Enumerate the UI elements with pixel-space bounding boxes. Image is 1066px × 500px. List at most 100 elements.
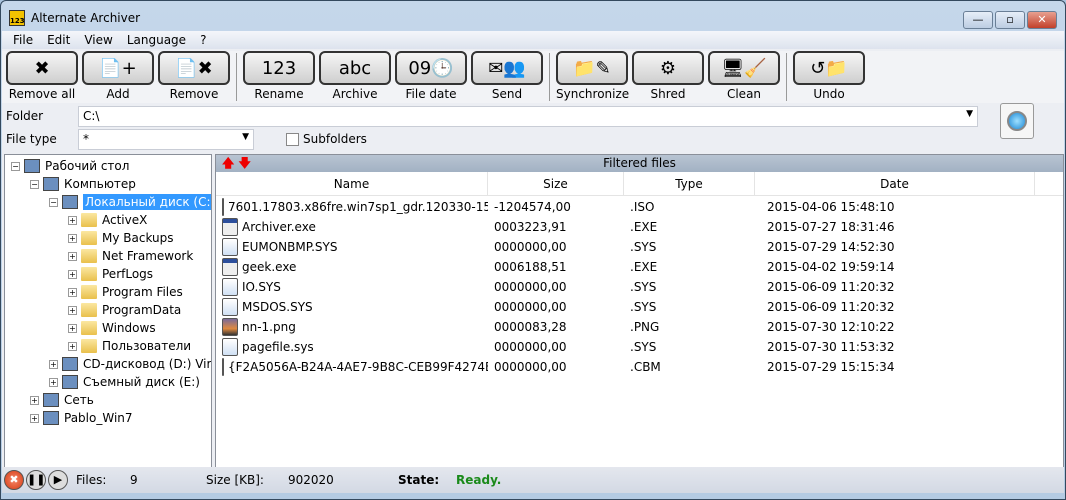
- tree-item-label: Съемный диск (E:): [83, 375, 200, 389]
- maximize-button[interactable]: ▫: [995, 11, 1025, 29]
- toolbar-separator: [236, 53, 237, 101]
- file-row[interactable]: MSDOS.SYS 0000000,00 .SYS 2015-06-09 11:…: [216, 298, 1063, 316]
- col-type[interactable]: Type: [624, 172, 755, 195]
- expand-icon[interactable]: +: [30, 413, 39, 423]
- expand-icon[interactable]: +: [68, 287, 77, 297]
- synchronize-icon: 📁✎: [556, 51, 628, 85]
- checkbox-box[interactable]: [286, 132, 299, 146]
- remove-all-button[interactable]: ✖ Remove all: [6, 51, 78, 101]
- col-date[interactable]: Date: [755, 172, 1035, 195]
- collapse-icon[interactable]: −: [30, 179, 39, 189]
- menu-help[interactable]: ?: [193, 31, 213, 49]
- tree-item[interactable]: + My Backups: [68, 229, 174, 247]
- file-name: IO.SYS: [242, 280, 281, 294]
- file-row[interactable]: Archiver.exe 0003223,91 .EXE 2015-07-27 …: [216, 218, 1063, 236]
- tree-item[interactable]: + Net Framework: [68, 247, 193, 265]
- file-date: 2015-07-27 18:31:46: [767, 220, 895, 234]
- menu-view[interactable]: View: [77, 31, 119, 49]
- drive-icon: [24, 159, 40, 173]
- remove-button[interactable]: 📄✖ Remove: [158, 51, 230, 101]
- menu-file[interactable]: File: [6, 31, 40, 49]
- expand-icon[interactable]: +: [68, 251, 77, 261]
- file-row[interactable]: geek.exe 0006188,51 .EXE 2015-04-02 19:5…: [216, 258, 1063, 276]
- collapse-icon[interactable]: −: [11, 161, 20, 171]
- rename-button[interactable]: 123 Rename: [243, 51, 315, 101]
- stop-button[interactable]: ✖: [4, 470, 24, 490]
- expand-icon[interactable]: +: [68, 269, 77, 279]
- expand-icon[interactable]: +: [30, 395, 39, 405]
- expand-icon[interactable]: +: [68, 323, 77, 333]
- expand-icon[interactable]: +: [49, 377, 58, 387]
- tree-item[interactable]: − Компьютер: [30, 175, 136, 193]
- file-size: 0006188,51: [494, 260, 567, 274]
- menu-edit[interactable]: Edit: [40, 31, 77, 49]
- rename-icon: 123: [243, 51, 315, 85]
- close-button[interactable]: ✕: [1027, 11, 1057, 29]
- shred-label: Shred: [650, 87, 686, 101]
- files-count: 9: [130, 473, 138, 487]
- search-button[interactable]: [1000, 103, 1034, 139]
- tree-item[interactable]: + Съемный диск (E:): [49, 373, 200, 391]
- synchronize-button[interactable]: 📁✎ Synchronize: [556, 51, 629, 101]
- file-type: .SYS: [630, 280, 657, 294]
- expand-icon[interactable]: +: [68, 233, 77, 243]
- file-list-panel: 🡅 🡇 Filtered files Name Size Type Date 76…: [215, 154, 1064, 468]
- undo-button[interactable]: ↺📁 Undo: [793, 51, 865, 101]
- file-row[interactable]: nn-1.png 0000083,28 .PNG 2015-07-30 12:1…: [216, 318, 1063, 336]
- add-button[interactable]: 📄+ Add: [82, 51, 154, 101]
- tree-item[interactable]: + Сеть: [30, 391, 94, 409]
- file-name: 7601.17803.x86fre.win7sp1_gdr.120330-150…: [228, 200, 488, 214]
- window-title: Alternate Archiver: [31, 11, 141, 25]
- collapse-icon[interactable]: −: [49, 197, 58, 207]
- tree-item[interactable]: + PerfLogs: [68, 265, 153, 283]
- remove-icon: 📄✖: [158, 51, 230, 85]
- folder-input[interactable]: C:\ ▼: [78, 105, 978, 127]
- sort-up-icon[interactable]: 🡅: [222, 156, 234, 170]
- subfolders-checkbox[interactable]: Subfolders: [286, 132, 367, 146]
- folder-tree[interactable]: − Рабочий стол − Компьютер − Локальный диск (…: [4, 154, 212, 468]
- pause-button[interactable]: ❚❚: [26, 470, 46, 490]
- expand-icon[interactable]: +: [68, 341, 77, 351]
- exe-file-icon: [222, 218, 238, 236]
- tree-item[interactable]: + ActiveX: [68, 211, 147, 229]
- sort-down-icon[interactable]: 🡇: [239, 156, 251, 170]
- chevron-down-icon[interactable]: ▼: [966, 109, 973, 119]
- tree-item[interactable]: + Windows: [68, 319, 156, 337]
- tree-item[interactable]: + Pablo_Win7: [30, 409, 133, 427]
- filetype-select[interactable]: * ▼: [78, 128, 254, 150]
- file-row[interactable]: 7601.17803.x86fre.win7sp1_gdr.120330-150…: [216, 198, 1063, 216]
- col-size[interactable]: Size: [488, 172, 624, 195]
- size-label: Size [KB]:: [206, 473, 264, 487]
- expand-icon[interactable]: +: [49, 359, 58, 369]
- col-name[interactable]: Name: [216, 172, 488, 195]
- file-size: 0000000,00: [494, 280, 567, 294]
- tree-item[interactable]: + CD-дисковод (D:) VirtualBox: [49, 355, 211, 373]
- shred-button[interactable]: ⚙ Shred: [632, 51, 704, 101]
- send-button[interactable]: ✉👥 Send: [471, 51, 543, 101]
- expand-icon[interactable]: +: [68, 305, 77, 315]
- tree-item[interactable]: + Program Files: [68, 283, 183, 301]
- chevron-down-icon[interactable]: ▼: [242, 132, 249, 142]
- tree-item[interactable]: + ProgramData: [68, 301, 181, 319]
- status-bar: ✖ ❚❚ ▶ Files: 9 Size [KB]: 902020 State:…: [2, 467, 1064, 493]
- minimize-button[interactable]: —: [963, 11, 993, 29]
- file-row[interactable]: pagefile.sys 0000000,00 .SYS 2015-07-30 …: [216, 338, 1063, 356]
- file-name: pagefile.sys: [242, 340, 314, 354]
- tree-item[interactable]: − Локальный диск (C:): [49, 193, 211, 211]
- file-date: 2015-04-02 19:59:14: [767, 260, 895, 274]
- file-row[interactable]: IO.SYS 0000000,00 .SYS 2015-06-09 11:20:…: [216, 278, 1063, 296]
- file-row[interactable]: EUMONBMP.SYS 0000000,00 .SYS 2015-07-29 …: [216, 238, 1063, 256]
- add-icon: 📄+: [82, 51, 154, 85]
- clean-label: Clean: [726, 87, 762, 101]
- expand-icon[interactable]: +: [68, 215, 77, 225]
- play-button[interactable]: ▶: [48, 470, 68, 490]
- file-date-button[interactable]: 09🕒 File date: [395, 51, 467, 101]
- file-row[interactable]: {F2A5056A-B24A-4AE7-9B8C-CEB99F4274E4}..…: [216, 358, 1063, 376]
- archive-button[interactable]: abc Archive: [319, 51, 391, 101]
- clean-button[interactable]: 🖥🧹 Clean: [708, 51, 780, 101]
- tree-item[interactable]: + Пользователи: [68, 337, 191, 355]
- drive-icon: [62, 195, 78, 209]
- menu-language[interactable]: Language: [120, 31, 193, 49]
- tree-item[interactable]: − Рабочий стол: [11, 157, 129, 175]
- undo-icon: ↺📁: [793, 51, 865, 85]
